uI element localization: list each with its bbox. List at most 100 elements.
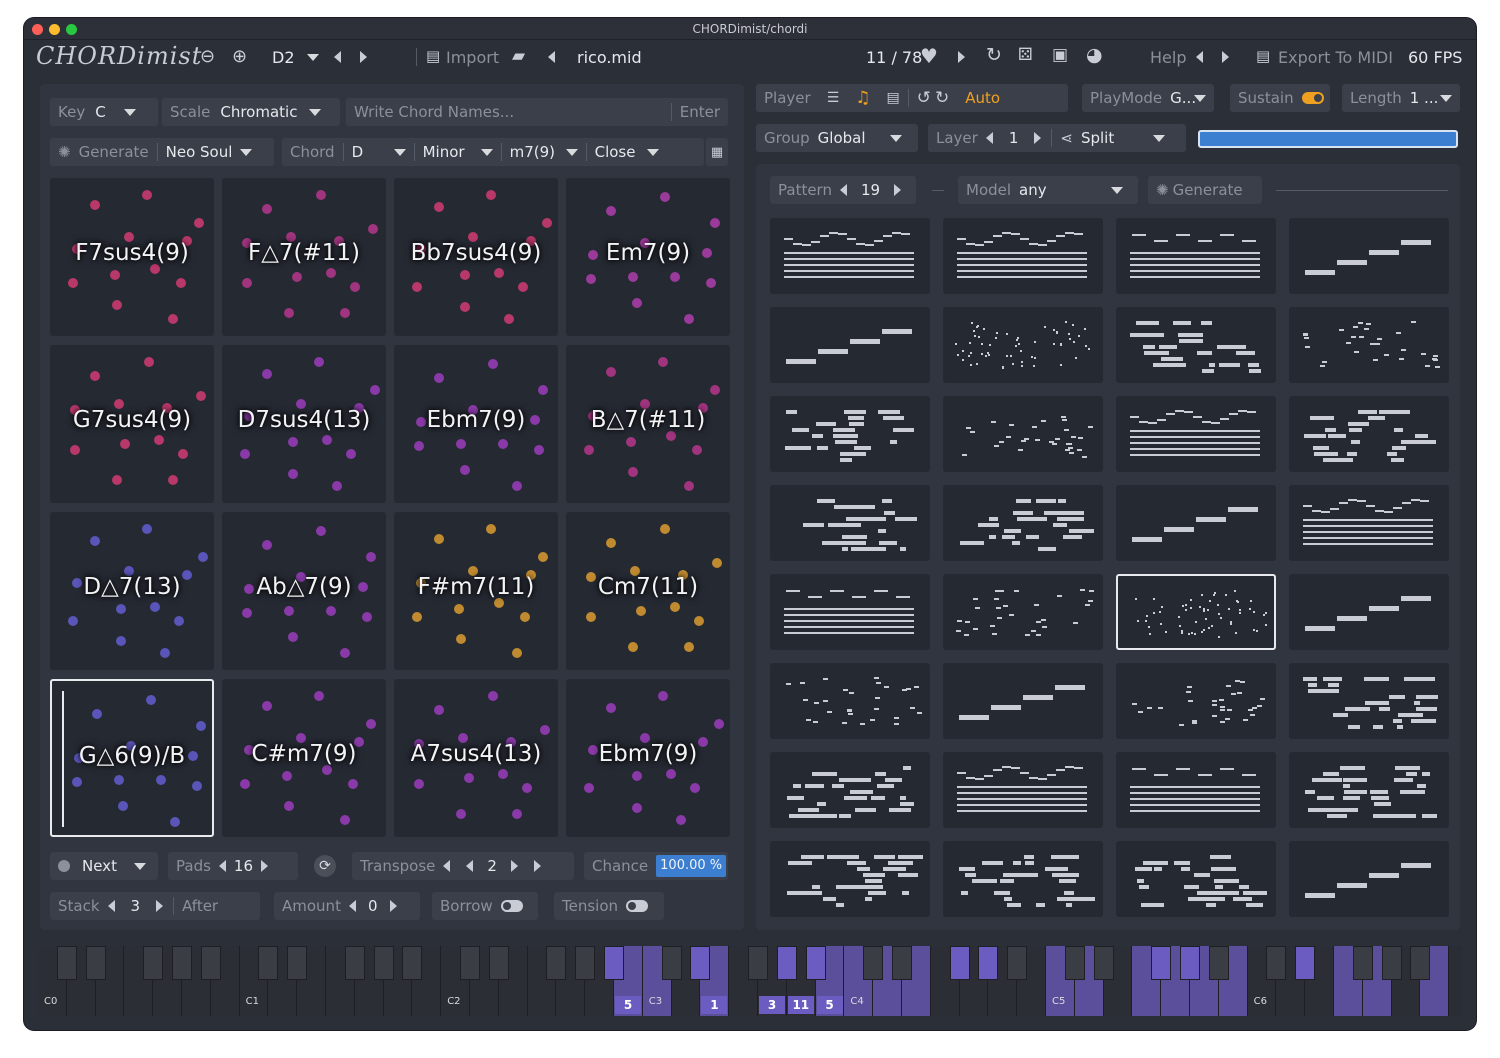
pattern-tile[interactable] (943, 307, 1103, 383)
black-key[interactable] (805, 946, 826, 980)
sync-icon[interactable]: ⟳ (314, 855, 336, 877)
grid-toggle[interactable]: ▦ (706, 138, 728, 166)
pattern-tile[interactable] (1116, 574, 1276, 650)
black-key[interactable] (402, 946, 423, 980)
length-select[interactable]: Length 1 ... (1342, 84, 1460, 112)
chord-pad[interactable]: Cm7(11) (566, 512, 730, 670)
black-key[interactable] (1295, 946, 1316, 980)
palette-icon[interactable]: ◕ (1086, 44, 1103, 66)
pattern-tile[interactable] (1116, 663, 1276, 739)
increment-icon[interactable] (1034, 132, 1042, 144)
undo-icon[interactable]: ↺ (909, 84, 933, 112)
pattern-generate-button[interactable]: ✺ Generate (1148, 176, 1262, 204)
pattern-tile[interactable] (943, 485, 1103, 561)
decrement-icon[interactable] (348, 900, 356, 912)
tension-switch[interactable] (626, 900, 649, 912)
chord-pad[interactable]: D7sus4(13) (222, 345, 386, 503)
layer-progress-bar[interactable] (1198, 130, 1458, 148)
magic-notes-icon[interactable]: ♫ (847, 84, 878, 112)
pattern-tile[interactable] (770, 396, 930, 472)
prev-file-icon[interactable] (548, 51, 555, 63)
black-key[interactable] (1208, 946, 1229, 980)
prev-octave-icon[interactable] (334, 51, 341, 63)
chord-pad[interactable]: F△7(#11) (222, 178, 386, 336)
next-mode-select[interactable]: Next (50, 852, 158, 880)
piano-keyboard[interactable]: C0 C1 C2 C3 C4 C5 C6 5 1 3 11 5 (38, 946, 1462, 1016)
black-key[interactable] (546, 946, 567, 980)
chord-pad[interactable]: F7sus4(9) (50, 178, 214, 336)
black-key[interactable] (287, 946, 308, 980)
pattern-tile[interactable] (1289, 485, 1449, 561)
save-icon[interactable]: ▣ (1052, 45, 1068, 65)
auto-toggle[interactable]: Auto (957, 84, 1008, 112)
chord-quality-select[interactable]: Minor (415, 138, 481, 166)
pattern-tile[interactable] (770, 485, 930, 561)
playmode-select[interactable]: PlayMode G... (1082, 84, 1214, 112)
transpose-down-icon[interactable] (466, 860, 474, 872)
zoom-in-icon[interactable]: ⊕ (232, 46, 247, 67)
chance-slider[interactable]: Chance 100.00 % (584, 852, 728, 880)
chord-names-input[interactable]: Write Chord Names... Enter (346, 98, 728, 126)
black-key[interactable] (56, 946, 77, 980)
black-key[interactable] (863, 946, 884, 980)
chord-extension-select[interactable]: m7(9) (502, 138, 566, 166)
chord-pad[interactable]: Em7(9) (566, 178, 730, 336)
decrement-icon[interactable] (839, 184, 847, 196)
black-key[interactable] (258, 946, 279, 980)
chord-pad[interactable]: Bb7sus4(9) (394, 178, 558, 336)
black-key[interactable] (690, 946, 711, 980)
pattern-tile[interactable] (1289, 574, 1449, 650)
stack-stepper[interactable]: Stack 3 After (50, 892, 260, 920)
octave-select[interactable]: D2 (272, 48, 295, 67)
pattern-tile[interactable] (770, 218, 930, 294)
voicing-select[interactable]: Close (587, 138, 647, 166)
black-key[interactable] (748, 946, 768, 980)
generate-style-select[interactable]: ✺ Generate Neo Soul (50, 138, 274, 166)
black-key[interactable] (949, 946, 970, 980)
pattern-tile[interactable] (1289, 218, 1449, 294)
pattern-stepper[interactable]: Pattern 19 (770, 176, 916, 204)
pattern-tile[interactable] (1116, 485, 1276, 561)
pattern-tile[interactable] (1116, 307, 1276, 383)
black-key[interactable] (172, 946, 192, 980)
borrow-switch[interactable] (500, 900, 523, 912)
black-key[interactable] (1180, 946, 1200, 980)
decrement-icon[interactable] (218, 860, 226, 872)
dice-icon[interactable]: ⚄ (1018, 45, 1033, 65)
black-key[interactable] (1266, 946, 1287, 980)
chevron-down-icon[interactable] (307, 54, 319, 61)
pattern-tile[interactable] (770, 307, 930, 383)
key-select[interactable]: Key C (50, 98, 158, 126)
pattern-tile[interactable] (943, 574, 1103, 650)
pattern-tile[interactable] (943, 218, 1103, 294)
black-key[interactable] (661, 946, 682, 980)
heart-icon[interactable]: ♥ (920, 44, 938, 68)
amount-stepper[interactable]: Amount 0 (274, 892, 420, 920)
increment-icon[interactable] (156, 900, 164, 912)
transpose-stepper[interactable]: Transpose 2 (352, 852, 574, 880)
layer-stepper[interactable]: Layer 1 ⋖ Split (928, 124, 1186, 152)
increment-icon[interactable] (261, 860, 268, 872)
black-key[interactable] (776, 946, 797, 980)
next-octave-icon[interactable] (360, 51, 367, 63)
increment-icon[interactable] (389, 900, 397, 912)
pattern-tile[interactable] (1116, 752, 1276, 828)
prev-help-icon[interactable] (1196, 51, 1203, 63)
pattern-tile[interactable] (1289, 841, 1449, 917)
chord-pad[interactable]: Ab△7(9) (222, 512, 386, 670)
chord-root-select[interactable]: D (344, 138, 394, 166)
pattern-tile[interactable] (770, 752, 930, 828)
chord-pad[interactable]: G7sus4(9) (50, 345, 214, 503)
pattern-tile[interactable] (1289, 752, 1449, 828)
black-key[interactable] (1410, 946, 1431, 980)
document-icon[interactable]: ▤ (879, 84, 908, 112)
enter-button[interactable]: Enter (672, 98, 728, 126)
after-toggle[interactable]: After (174, 892, 226, 920)
tension-toggle[interactable]: Tension (554, 892, 664, 920)
chord-builder[interactable]: Chord D Minor m7(9) Close (282, 138, 704, 166)
model-select[interactable]: Model any (958, 176, 1138, 204)
pattern-tile[interactable] (770, 663, 930, 739)
folder-icon[interactable]: ▰ (512, 46, 525, 66)
black-key[interactable] (344, 946, 365, 980)
pattern-tile[interactable] (770, 574, 930, 650)
